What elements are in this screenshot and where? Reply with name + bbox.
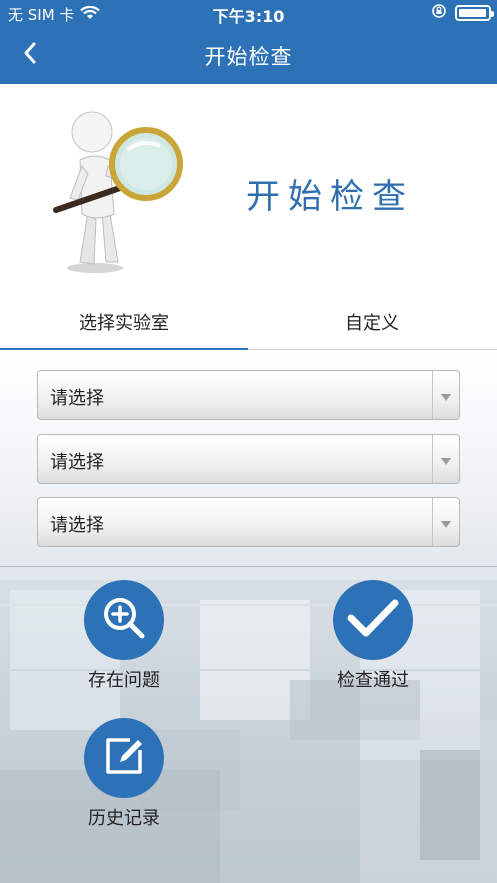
pass-label: 检查通过 — [337, 670, 409, 691]
history-circle — [84, 718, 164, 798]
select-value: 请选择 — [50, 452, 104, 473]
dropdown-arrow — [432, 435, 459, 483]
dropdown-arrow — [432, 371, 459, 419]
nav-bar: 开始检查 — [0, 26, 497, 84]
pass-button[interactable]: 检查通过 — [313, 580, 433, 692]
dropdown-arrow — [432, 498, 459, 546]
issue-button[interactable]: 存在问题 — [64, 580, 184, 692]
status-time: 下午3:10 — [212, 7, 285, 26]
tab-select-lab[interactable]: 选择实验室 — [0, 294, 248, 351]
pass-circle — [333, 580, 413, 660]
hero-title: 开始检查 — [246, 177, 414, 217]
status-bar: 无 SIM 卡 下午3:10 — [0, 0, 497, 26]
tab-custom[interactable]: 自定义 — [248, 294, 496, 350]
zoom-in-icon — [99, 593, 149, 647]
main-content: 请选择 请选择 请选择 存在问题 检查通过 历史记录 — [0, 350, 497, 883]
battery-level — [459, 9, 486, 17]
issue-circle — [84, 580, 164, 660]
figure-with-magnifier-icon — [50, 102, 195, 277]
caret-down-icon — [441, 386, 451, 405]
hero-banner: 开始检查 — [0, 84, 497, 294]
history-label: 历史记录 — [88, 808, 160, 829]
history-button[interactable]: 历史记录 — [64, 718, 184, 830]
caret-down-icon — [441, 513, 451, 532]
orientation-lock-icon — [431, 3, 447, 23]
caret-down-icon — [441, 450, 451, 469]
lab-select-2[interactable]: 请选择 — [37, 434, 460, 484]
divider — [0, 566, 497, 567]
select-value: 请选择 — [50, 515, 104, 536]
lab-select-1[interactable]: 请选择 — [37, 370, 460, 420]
select-value: 请选择 — [50, 388, 104, 409]
edit-icon — [100, 732, 148, 784]
checkmark-icon — [345, 596, 401, 644]
lab-select-3[interactable]: 请选择 — [37, 497, 460, 547]
status-right — [431, 3, 494, 23]
battery-icon — [455, 5, 494, 21]
page-title: 开始检查 — [204, 45, 293, 69]
issue-label: 存在问题 — [88, 670, 160, 691]
tab-bar: 选择实验室 自定义 — [0, 294, 497, 351]
